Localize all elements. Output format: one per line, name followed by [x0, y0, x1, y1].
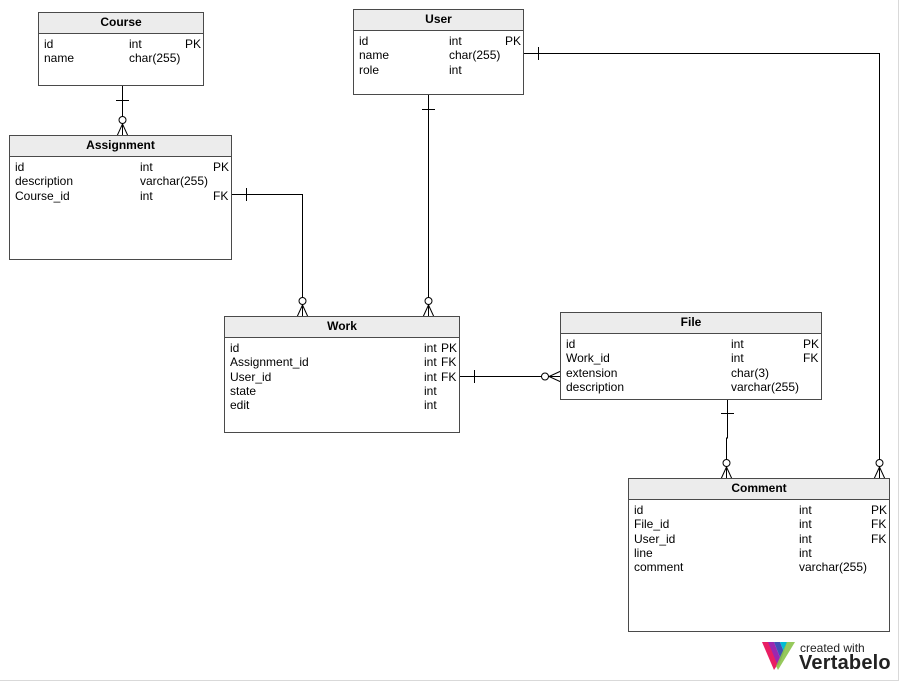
column-type: int: [424, 369, 437, 384]
table-comment[interactable]: Comment id int PK File_id int FK User_id…: [628, 478, 890, 632]
table-column: id int PK: [354, 34, 523, 48]
column-key: FK: [213, 188, 229, 203]
column-type: char(255): [129, 51, 181, 66]
column-name: extension: [566, 365, 618, 380]
vertabelo-logo-icon: [762, 642, 795, 670]
column-type: int: [449, 34, 462, 48]
column-name: id: [359, 34, 369, 48]
table-column: File_id int FK: [629, 517, 889, 531]
column-type: int: [799, 503, 812, 517]
table-column: id int PK: [629, 503, 889, 517]
column-key: FK: [441, 369, 457, 384]
table-column: id int PK: [561, 337, 821, 351]
table-title: Assignment: [10, 136, 231, 157]
column-name: Course_id: [15, 188, 70, 203]
column-name: id: [634, 503, 644, 517]
table-title: File: [561, 313, 821, 334]
table-work[interactable]: Work id int PK Assignment_id int FK User…: [224, 316, 460, 433]
table-column: edit int: [225, 398, 459, 412]
column-name: User_id: [634, 531, 676, 546]
column-type: int: [424, 383, 437, 398]
table-assignment[interactable]: Assignment id int PK description varchar…: [9, 135, 232, 260]
table-column: id int PK: [10, 160, 231, 174]
column-key: PK: [441, 341, 458, 355]
column-name: description: [15, 174, 74, 189]
column-type: int: [731, 351, 744, 366]
column-name: name: [44, 51, 75, 66]
column-type: varchar(255): [799, 560, 868, 575]
rel-assignment-work[interactable]: [232, 188, 309, 318]
column-name: File_id: [634, 517, 670, 532]
table-column: id int PK: [225, 341, 459, 355]
column-name: comment: [634, 560, 684, 575]
table-title: Comment: [629, 479, 889, 500]
table-title: Work: [225, 317, 459, 338]
column-name: edit: [230, 398, 250, 413]
column-type: int: [449, 62, 462, 77]
rel-file-comment[interactable]: [720, 400, 734, 480]
rel-user-work[interactable]: [422, 95, 435, 318]
column-key: PK: [505, 34, 522, 48]
column-name: description: [566, 379, 625, 394]
column-name: Work_id: [566, 351, 610, 366]
column-type: int: [140, 188, 153, 203]
column-type: int: [129, 37, 142, 51]
column-type: varchar(255): [140, 174, 209, 189]
table-file[interactable]: File id int PK Work_id int FK extension …: [560, 312, 822, 400]
column-type: int: [424, 398, 437, 413]
column-key: PK: [871, 503, 888, 517]
column-type: int: [424, 355, 437, 370]
table-column: name char(255): [39, 51, 203, 65]
table-column: description varchar(255): [10, 174, 231, 188]
column-key: FK: [441, 355, 457, 370]
table-column: description varchar(255): [561, 380, 821, 394]
column-key: FK: [871, 531, 887, 546]
table-title: Course: [39, 13, 203, 34]
rel-course-assignment[interactable]: [116, 86, 129, 137]
table-column: comment varchar(255): [629, 560, 889, 574]
table-column: Course_id int FK: [10, 189, 231, 203]
column-name: Assignment_id: [230, 355, 309, 370]
column-name: id: [15, 160, 25, 174]
table-column: Assignment_id int FK: [225, 355, 459, 369]
column-name: line: [634, 545, 653, 560]
column-key: PK: [185, 37, 202, 51]
column-name: id: [566, 337, 576, 351]
column-key: FK: [803, 351, 819, 366]
table-column: User_id int FK: [225, 370, 459, 384]
column-type: char(3): [731, 365, 770, 380]
column-type: int: [731, 337, 744, 351]
table-column: state int: [225, 384, 459, 398]
column-type: int: [140, 160, 153, 174]
column-type: varchar(255): [731, 379, 800, 394]
table-column: line int: [629, 546, 889, 560]
column-name: User_id: [230, 369, 272, 384]
table-column: id int PK: [39, 37, 203, 51]
rel-work-file[interactable]: [460, 370, 562, 383]
column-type: int: [424, 341, 437, 355]
column-type: int: [799, 517, 812, 532]
column-type: int: [799, 545, 812, 560]
table-title: User: [354, 10, 523, 31]
column-name: role: [359, 62, 380, 77]
column-key: PK: [803, 337, 820, 351]
column-type: int: [799, 531, 812, 546]
logo-wordmark: Vertabelo: [799, 652, 891, 674]
table-column: role int: [354, 63, 523, 77]
column-key: FK: [871, 517, 887, 532]
column-name: id: [230, 341, 240, 355]
column-name: id: [44, 37, 54, 51]
column-type: char(255): [449, 48, 501, 63]
table-course[interactable]: Course id int PK name char(255): [38, 12, 204, 86]
vertabelo-logo[interactable]: created with Vertabelo: [762, 640, 892, 676]
column-key: PK: [213, 160, 230, 174]
table-column: Work_id int FK: [561, 351, 821, 365]
table-column: name char(255): [354, 48, 523, 62]
rel-user-comment[interactable]: [524, 47, 886, 480]
table-column: extension char(3): [561, 366, 821, 380]
table-column: User_id int FK: [629, 532, 889, 546]
table-user[interactable]: User id int PK name char(255) role int: [353, 9, 524, 95]
column-name: name: [359, 48, 390, 63]
column-name: state: [230, 383, 257, 398]
